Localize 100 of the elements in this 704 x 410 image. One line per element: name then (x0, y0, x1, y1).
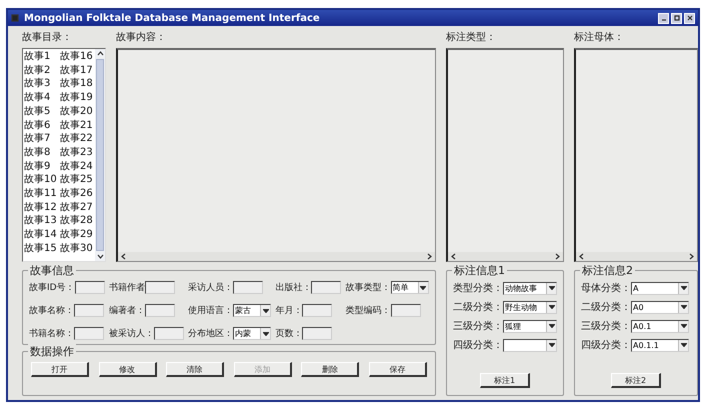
horizontal-scrollbar[interactable] (118, 252, 435, 261)
list-item[interactable]: 故事13 (24, 214, 58, 228)
field-label: 故事名称： (29, 304, 74, 317)
list-item[interactable]: 故事8 (24, 146, 58, 160)
list-item[interactable]: 故事1 (24, 50, 58, 64)
text-field[interactable] (311, 281, 342, 294)
text-field[interactable] (302, 304, 332, 317)
dropdown[interactable]: 动物故事 (503, 282, 557, 294)
field-label: 书籍名称： (29, 328, 74, 340)
right-chevron-icon (689, 253, 694, 260)
horizontal-scrollbar[interactable] (576, 252, 697, 261)
dropdown-arrow-icon (548, 286, 554, 290)
list-item[interactable]: 故事15 (24, 242, 58, 256)
list-item[interactable]: 故事26 (60, 187, 94, 201)
dropdown[interactable] (503, 338, 557, 352)
dropdown[interactable]: 内蒙 (233, 327, 272, 340)
dropdown-arrow-icon (262, 332, 269, 336)
list-label: 故事目录： (22, 30, 73, 45)
list-item[interactable]: 故事17 (60, 64, 94, 78)
maximize-button[interactable] (671, 12, 682, 24)
field-label: 四级分类： (581, 338, 631, 352)
list-item[interactable]: 故事29 (60, 228, 94, 242)
text-field[interactable] (233, 281, 264, 294)
list-item[interactable]: 故事6 (24, 118, 58, 132)
dropdown[interactable]: A0 (631, 300, 689, 314)
field-label: 四级分类： (453, 338, 503, 352)
list-item[interactable]: 故事21 (60, 118, 94, 132)
horizontal-scrollbar[interactable] (448, 252, 563, 261)
list-item[interactable]: 故事7 (24, 132, 58, 146)
group-title: 数据操作 (28, 344, 76, 359)
field-label: 故事ID号： (29, 282, 75, 294)
annotate-button[interactable]: 标注1 (480, 373, 530, 388)
list-item[interactable]: 故事16 (60, 50, 94, 64)
field-label: 类型编码： (346, 304, 391, 317)
list-item[interactable]: 故事14 (24, 228, 58, 242)
field-label: 书籍作者 (108, 282, 145, 294)
list-item[interactable]: 故事10 (24, 173, 58, 188)
scroll-thumb[interactable] (96, 59, 104, 251)
list-item[interactable]: 故事18 (60, 77, 94, 92)
action-button[interactable]: 打开 (31, 362, 89, 377)
field-label: 故事类型： (346, 282, 391, 294)
text-field[interactable] (74, 304, 104, 317)
close-button[interactable] (684, 12, 695, 24)
dropdown-arrow-icon (262, 308, 269, 312)
action-button[interactable]: 删除 (301, 362, 360, 377)
list-item[interactable]: 故事23 (60, 146, 94, 160)
list-item[interactable]: 故事3 (24, 77, 58, 92)
action-button[interactable]: 清除 (166, 362, 224, 377)
dropdown[interactable]: A0.1.1 (631, 338, 689, 352)
story-listbox[interactable]: 故事1 故事2 故事3 故事4 故事5 故事6 故事7 故事8 故事9 故事10 故事11 故事12 故事13 故事14 故事15 故事16 故事17 故事18 故事19 故事20 故事21 故事22 故事23 故事24 故事25 故事26 故事27 故事28 故事29 故事30 (22, 48, 106, 262)
text-field[interactable] (144, 304, 175, 317)
list-item[interactable]: 故事30 (60, 242, 94, 256)
list-item[interactable]: 故事20 (60, 104, 94, 119)
close-icon (686, 15, 692, 21)
vertical-scrollbar[interactable] (95, 49, 105, 261)
list-item[interactable]: 故事27 (60, 200, 94, 214)
list-item[interactable]: 故事28 (60, 214, 94, 228)
field-label: 出版社： (275, 282, 312, 294)
list-item[interactable]: 故事2 (24, 64, 58, 78)
dropdown[interactable]: 简单 (390, 281, 429, 294)
story-content-area[interactable] (116, 48, 436, 262)
dropdown[interactable]: A0.1 (631, 320, 689, 332)
dropdown[interactable]: 野生动物 (503, 300, 557, 314)
list-item[interactable]: 故事25 (60, 173, 94, 188)
window-icon (11, 14, 19, 22)
group-title: 标注信息2 (580, 263, 635, 278)
action-button[interactable]: 保存 (368, 362, 427, 377)
dropdown[interactable]: A (631, 282, 689, 294)
dropdown-arrow-icon (548, 324, 554, 328)
down-chevron-icon (96, 254, 104, 259)
list-item[interactable]: 故事4 (24, 91, 58, 105)
field-label: 二级分类： (581, 300, 631, 314)
window-title: Mongolian Folktale Database Management Interface (24, 12, 321, 24)
list-item[interactable]: 故事9 (24, 160, 58, 174)
text-field[interactable] (390, 304, 421, 317)
text-field[interactable] (74, 327, 104, 340)
text-field[interactable] (154, 327, 184, 340)
left-chevron-icon (579, 253, 584, 260)
annotate-button[interactable]: 标注2 (611, 373, 661, 388)
field-label: 三级分类： (453, 320, 503, 333)
list-item[interactable]: 故事19 (60, 91, 94, 105)
annotation-motif-area[interactable] (574, 48, 698, 262)
dropdown[interactable]: 蒙古 (233, 304, 272, 317)
list-item[interactable]: 故事24 (60, 160, 94, 174)
field-label: 采访人员： (188, 282, 234, 294)
list-item[interactable]: 故事5 (24, 104, 58, 119)
dropdown-arrow-icon (680, 305, 686, 309)
text-field[interactable] (74, 281, 105, 294)
group-title: 标注信息1 (452, 263, 507, 278)
list-item[interactable]: 故事22 (60, 132, 94, 146)
field-label: 三级分类： (581, 320, 631, 333)
text-field[interactable] (144, 281, 175, 294)
dropdown[interactable]: 狐狸 (503, 320, 557, 332)
minimize-button[interactable] (658, 12, 669, 24)
text-field[interactable] (302, 327, 332, 340)
list-item[interactable]: 故事12 (24, 200, 58, 214)
action-button[interactable]: 修改 (98, 362, 157, 377)
annotation-type-area[interactable] (446, 48, 564, 262)
left-chevron-icon (451, 253, 456, 260)
list-item[interactable]: 故事11 (24, 187, 58, 201)
